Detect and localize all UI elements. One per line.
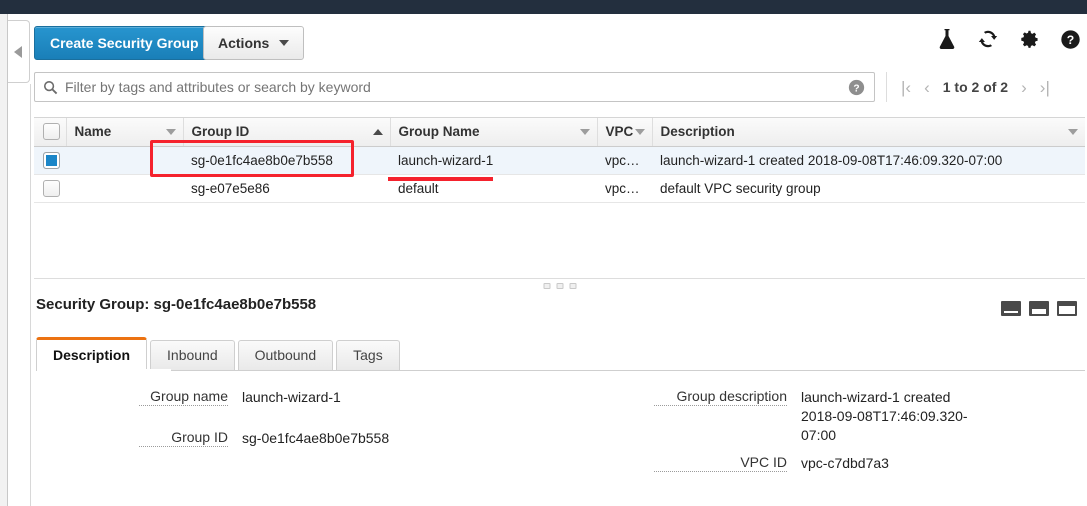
- sort-descending-icon: [1068, 128, 1078, 135]
- toolbar-icon-group: ?: [937, 28, 1081, 55]
- actions-button[interactable]: Actions: [203, 26, 305, 60]
- detail-fields-right-column: Group description launch-wizard-1 create…: [654, 388, 1084, 495]
- field-value: launch-wizard-1 created 2018-09-08T17:46…: [801, 389, 968, 443]
- search-input[interactable]: [65, 73, 848, 101]
- cell-vpc: vpc…: [597, 146, 652, 175]
- cell-group-id: sg-e07e5e86: [183, 174, 390, 203]
- sidebar-collapse-tab[interactable]: [8, 20, 30, 83]
- field-vpc-id: VPC ID vpc-c7dbd7a3: [654, 454, 1084, 473]
- sort-descending-icon: [634, 128, 645, 135]
- gear-icon[interactable]: [1019, 29, 1040, 55]
- create-security-group-button[interactable]: Create Security Group: [34, 26, 215, 60]
- panel-splitter[interactable]: [34, 278, 1085, 292]
- cell-group-name: launch-wizard-1: [390, 146, 597, 175]
- cell-group-name: default: [390, 174, 597, 203]
- search-row: ? |‹ ‹ 1 to 2 of 2 › ›|: [31, 72, 1087, 102]
- left-rail: [0, 14, 8, 506]
- tab-inbound[interactable]: Inbound: [150, 340, 235, 370]
- column-label: Group ID: [191, 124, 250, 140]
- field-value: sg-0e1fc4ae8b0e7b558: [242, 430, 390, 446]
- column-label: VPC: [605, 124, 634, 140]
- actions-button-label: Actions: [218, 35, 270, 51]
- pagination: |‹ ‹ 1 to 2 of 2 › ›|: [886, 72, 1050, 102]
- row-select-cell: [34, 146, 66, 175]
- help-icon[interactable]: ?: [1060, 29, 1081, 55]
- detail-tabs: Description Inbound Outbound Tags: [36, 337, 403, 370]
- svg-text:?: ?: [1067, 32, 1074, 46]
- top-navigation-bar: [0, 0, 1087, 14]
- chevron-left-icon: [14, 46, 22, 58]
- column-label: Description: [660, 124, 735, 140]
- refresh-icon[interactable]: [977, 28, 999, 55]
- column-header-description[interactable]: Description: [652, 118, 1085, 147]
- field-group-id: Group ID sg-0e1fc4ae8b0e7b558: [34, 429, 554, 448]
- table-header-row: Name Group ID Group Name VPC Description: [34, 118, 1085, 147]
- toolbar: Create Security Group Actions ?: [31, 26, 1087, 60]
- detail-fields-left-column: Group name launch-wizard-1 Group ID sg-0…: [34, 388, 554, 470]
- column-label: Name: [74, 124, 112, 140]
- sort-ascending-icon: [372, 128, 383, 135]
- table-row[interactable]: sg-e07e5e86 default vpc… default VPC sec…: [34, 174, 1085, 203]
- select-all-checkbox[interactable]: [43, 123, 60, 141]
- cell-group-id: sg-0e1fc4ae8b0e7b558: [183, 146, 390, 175]
- tabs-bottom-border: [36, 370, 1085, 371]
- row-checkbox[interactable]: [43, 151, 60, 169]
- cell-description: launch-wizard-1 created 2018-09-08T17:46…: [652, 146, 1085, 175]
- column-label: Group Name: [398, 124, 480, 140]
- main-content: Create Security Group Actions ? Filter b…: [31, 14, 1087, 506]
- column-header-group-id[interactable]: Group ID: [183, 118, 391, 147]
- question-circle-icon[interactable]: ?: [848, 79, 865, 96]
- field-label: Group name: [139, 388, 228, 406]
- field-value: launch-wizard-1: [242, 389, 341, 405]
- panel-bottom-icon[interactable]: [1001, 301, 1021, 316]
- cell-name: [66, 146, 183, 175]
- security-groups-table: Name Group ID Group Name VPC Description…: [34, 117, 1085, 272]
- row-select-cell: [34, 174, 66, 203]
- panel-full-icon[interactable]: [1057, 301, 1077, 316]
- pagination-next-button[interactable]: ›: [1021, 79, 1027, 96]
- search-icon: [35, 80, 65, 95]
- splitter-grip-icon: [543, 283, 576, 289]
- detail-panel-title: Security Group: sg-0e1fc4ae8b0e7b558: [36, 296, 317, 313]
- column-header-vpc[interactable]: VPC: [597, 118, 653, 147]
- cell-vpc: vpc…: [597, 174, 652, 203]
- cell-name: [66, 174, 183, 203]
- svg-text:?: ?: [853, 83, 859, 94]
- tab-outbound[interactable]: Outbound: [237, 340, 334, 370]
- field-label: Group description: [654, 388, 787, 406]
- field-label: Group ID: [139, 429, 228, 447]
- flask-icon[interactable]: [937, 28, 957, 55]
- chevron-down-icon: [279, 40, 290, 46]
- select-all-header: [34, 118, 67, 147]
- column-header-group-name[interactable]: Group Name: [390, 118, 598, 147]
- tab-tags[interactable]: Tags: [336, 340, 400, 370]
- table-row[interactable]: sg-0e1fc4ae8b0e7b558 launch-wizard-1 vpc…: [34, 146, 1085, 175]
- sort-descending-icon: [579, 128, 590, 135]
- pagination-prev-button[interactable]: ‹: [924, 79, 930, 96]
- search-container[interactable]: ?: [34, 72, 875, 102]
- panel-split-icon[interactable]: [1029, 301, 1049, 316]
- column-header-name[interactable]: Name: [66, 118, 184, 147]
- active-tab-mask: [37, 369, 171, 371]
- cell-description: default VPC security group: [652, 174, 1085, 203]
- sort-descending-icon: [165, 128, 176, 135]
- field-group-name: Group name launch-wizard-1: [34, 388, 554, 407]
- row-checkbox[interactable]: [43, 179, 60, 197]
- aws-console-security-groups-page: Create Security Group Actions ? Filter b…: [0, 0, 1087, 506]
- field-value: vpc-c7dbd7a3: [801, 455, 889, 471]
- pagination-label: 1 to 2 of 2: [942, 79, 1009, 95]
- detail-panel: Security Group: sg-0e1fc4ae8b0e7b558 Des…: [34, 296, 1085, 472]
- pagination-first-button[interactable]: |‹: [901, 79, 911, 96]
- panel-layout-controls: [1001, 301, 1077, 316]
- field-label: VPC ID: [654, 454, 787, 472]
- field-group-description: Group description launch-wizard-1 create…: [654, 388, 1084, 445]
- pagination-last-button[interactable]: ›|: [1040, 79, 1050, 96]
- tab-description[interactable]: Description: [36, 337, 148, 370]
